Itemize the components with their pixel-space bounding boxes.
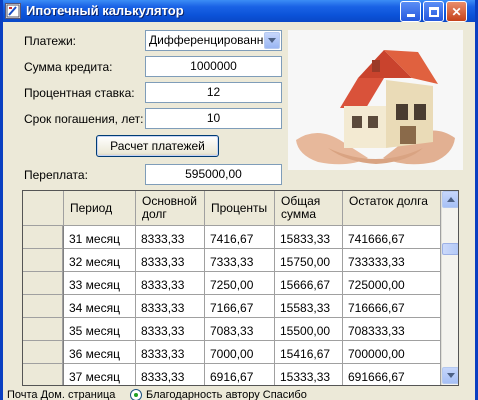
table-cell-interest[interactable]: 7083,33: [205, 318, 275, 341]
maximize-icon: [428, 6, 439, 17]
table-cell-interest[interactable]: 7333,33: [205, 249, 275, 272]
table-cell-principal[interactable]: 8333,33: [136, 364, 205, 385]
payments-select[interactable]: Дифференцированный: [145, 30, 282, 51]
vertical-scrollbar[interactable]: [441, 191, 458, 385]
table-row-header[interactable]: [23, 318, 63, 341]
term-field[interactable]: 10: [145, 108, 282, 129]
table-cell-interest[interactable]: 7416,67: [205, 226, 275, 249]
payments-label: Платежи:: [24, 34, 77, 48]
table-cell-balance[interactable]: 691666,67: [343, 364, 441, 385]
scroll-up-icon[interactable]: [442, 191, 458, 208]
amount-field[interactable]: 1000000: [145, 56, 282, 77]
table-cell-total[interactable]: 15666,67: [275, 272, 343, 295]
house-in-hands-image: [288, 30, 463, 170]
table-cell-balance[interactable]: 725000,00: [343, 272, 441, 295]
table-cell-period[interactable]: 35 месяц: [64, 318, 136, 341]
table-cell-total[interactable]: 15833,33: [275, 226, 343, 249]
table-header-interest[interactable]: Проценты: [205, 191, 275, 226]
status-bar: Почта Дом. страница Благодарность автору…: [3, 389, 475, 400]
table-row-header[interactable]: [23, 272, 63, 295]
table-corner: [23, 191, 64, 226]
table-cell-interest[interactable]: 7000,00: [205, 341, 275, 364]
calculator-icon: [5, 3, 21, 19]
status-links[interactable]: Почта Дом. страница: [7, 390, 115, 400]
overpay-field: 595000,00: [145, 164, 282, 185]
status-thanks[interactable]: Благодарность автору Спасибо: [146, 390, 307, 400]
close-button[interactable]: ✕: [446, 1, 467, 22]
table-cell-period[interactable]: 31 месяц: [64, 226, 136, 249]
table-cell-interest[interactable]: 7250,00: [205, 272, 275, 295]
table-cell-interest[interactable]: 7166,67: [205, 295, 275, 318]
term-label: Срок погашения, лет:: [24, 112, 144, 126]
table-cell-principal[interactable]: 8333,33: [136, 295, 205, 318]
table-cell-total[interactable]: 15750,00: [275, 249, 343, 272]
table-cell-principal[interactable]: 8333,33: [136, 226, 205, 249]
table-cell-period[interactable]: 32 месяц: [64, 249, 136, 272]
table-cell-period[interactable]: 36 месяц: [64, 341, 136, 364]
table-cell-interest[interactable]: 6916,67: [205, 364, 275, 385]
close-icon: ✕: [451, 4, 462, 19]
table-header-principal[interactable]: Основной долг: [136, 191, 205, 226]
table-cell-principal[interactable]: 8333,33: [136, 341, 205, 364]
overpay-label: Переплата:: [24, 168, 88, 182]
table-row-header[interactable]: [23, 295, 63, 318]
radio-icon[interactable]: [130, 389, 142, 400]
table-cell-period[interactable]: 33 месяц: [64, 272, 136, 295]
table-cell-principal[interactable]: 8333,33: [136, 272, 205, 295]
table-cell-period[interactable]: 34 месяц: [64, 295, 136, 318]
rate-field[interactable]: 12: [145, 82, 282, 103]
maximize-button[interactable]: [423, 1, 444, 22]
table-row-header[interactable]: [23, 249, 63, 272]
minimize-icon: [406, 14, 415, 17]
payments-table[interactable]: Период Основной долг Проценты Общая сумм…: [22, 190, 459, 386]
table-cell-balance[interactable]: 716666,67: [343, 295, 441, 318]
chevron-down-icon[interactable]: [264, 32, 280, 49]
table-cell-principal[interactable]: 8333,33: [136, 318, 205, 341]
table-cell-balance[interactable]: 708333,33: [343, 318, 441, 341]
table-cell-period[interactable]: 37 месяц: [64, 364, 136, 385]
table-header-total[interactable]: Общая сумма: [275, 191, 343, 226]
table-cell-total[interactable]: 15583,33: [275, 295, 343, 318]
table-row-header[interactable]: [23, 364, 63, 385]
table-cell-balance[interactable]: 741666,67: [343, 226, 441, 249]
table-cell-total[interactable]: 15333,33: [275, 364, 343, 385]
window-title: Ипотечный калькулятор: [26, 3, 184, 18]
table-cell-principal[interactable]: 8333,33: [136, 249, 205, 272]
table-row-header[interactable]: [23, 341, 63, 364]
calculate-button[interactable]: Расчет платежей: [96, 135, 219, 157]
table-cell-total[interactable]: 15416,67: [275, 341, 343, 364]
table-header-period[interactable]: Период: [64, 191, 136, 226]
scroll-thumb[interactable]: [442, 243, 458, 255]
minimize-button[interactable]: [400, 1, 421, 22]
scroll-down-icon[interactable]: [442, 367, 458, 384]
rate-label: Процентная ставка:: [24, 86, 135, 100]
title-bar[interactable]: Ипотечный калькулятор ✕: [3, 0, 475, 22]
table-header-balance[interactable]: Остаток долга: [343, 191, 441, 226]
table-row-header[interactable]: [23, 226, 63, 249]
app-window: Ипотечный калькулятор ✕ Платежи: Диффере…: [0, 0, 478, 400]
table-cell-balance[interactable]: 700000,00: [343, 341, 441, 364]
payments-select-value: Дифференцированный: [149, 33, 265, 47]
amount-label: Сумма кредита:: [24, 60, 113, 74]
table-cell-total[interactable]: 15500,00: [275, 318, 343, 341]
table-cell-balance[interactable]: 733333,33: [343, 249, 441, 272]
